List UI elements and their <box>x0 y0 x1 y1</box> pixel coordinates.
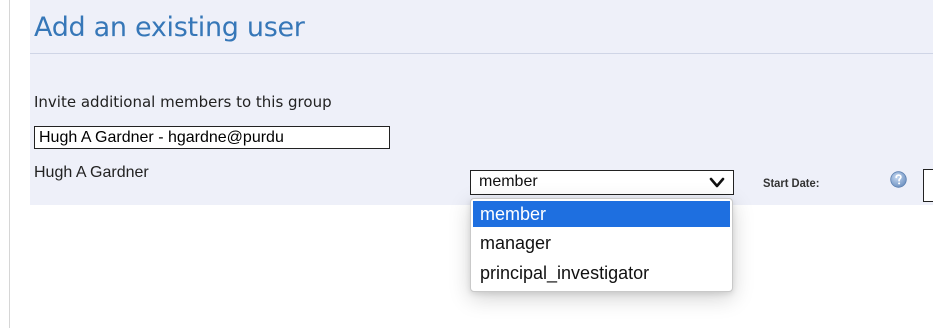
start-date-input[interactable] <box>923 169 933 202</box>
panel-header: Add an existing user <box>30 0 933 54</box>
selected-user-name: Hugh A Gardner <box>34 164 149 181</box>
chevron-down-icon <box>709 177 725 188</box>
role-option-manager[interactable]: manager <box>473 230 730 256</box>
role-select-value: member <box>479 173 538 190</box>
user-search-input[interactable] <box>34 126 390 149</box>
role-option-member[interactable]: member <box>473 201 730 227</box>
role-dropdown-list: member manager principal_investigator <box>470 198 733 292</box>
invite-members-label: Invite additional members to this group <box>34 93 332 111</box>
start-date-label: Start Date: <box>763 176 820 190</box>
role-select[interactable]: member <box>470 170 734 195</box>
add-user-panel: Add an existing user Invite additional m… <box>30 0 933 205</box>
page-left-border <box>9 0 10 328</box>
help-icon[interactable] <box>890 171 907 188</box>
page-title: Add an existing user <box>34 12 305 43</box>
role-option-principal-investigator[interactable]: principal_investigator <box>473 260 730 286</box>
